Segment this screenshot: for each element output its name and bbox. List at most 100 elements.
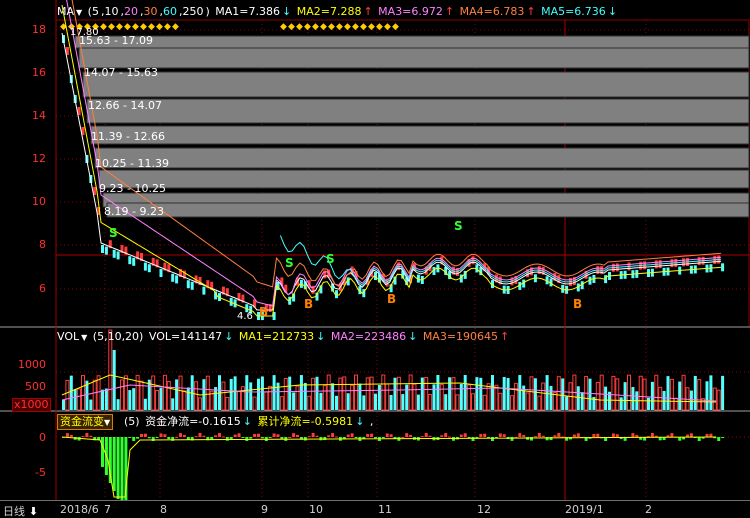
x-axis-label: 12 <box>477 503 491 516</box>
candle-bar <box>132 257 136 266</box>
x-axis-label: 10 <box>309 503 323 516</box>
signal-diamond-icon: ◆ <box>368 22 375 32</box>
money-flow-bar <box>268 437 272 438</box>
signal-diamond-icon: ◆ <box>336 22 343 32</box>
volume-bar <box>65 379 70 411</box>
volume-bar <box>405 384 409 410</box>
money-flow-bar <box>533 436 537 438</box>
signal-diamond-icon: ◆ <box>172 22 179 32</box>
volume-bar <box>249 382 253 410</box>
volume-bar <box>650 381 654 410</box>
money-flow-bar <box>541 435 545 437</box>
x-axis-label: 2 <box>645 503 652 516</box>
cost-distribution-band <box>74 35 750 49</box>
vol-ma2-arrow-icon: ↓ <box>408 330 418 343</box>
signal-diamond-icon: ◆ <box>108 22 115 32</box>
profile-range-label: 8.19 - 9.23 <box>104 205 164 218</box>
signal-diamond-icon: ◆ <box>156 22 163 32</box>
ma5-value: MA5=6.736 <box>541 5 606 18</box>
volume-bar <box>205 375 210 411</box>
volume-bar <box>455 394 460 411</box>
volume-bar <box>697 379 702 411</box>
dropdown-triangle-icon[interactable]: ▼ <box>76 8 82 17</box>
volume-bar <box>89 399 93 410</box>
ma3-value: MA3=6.972 <box>378 5 443 18</box>
volume-bar <box>709 375 713 410</box>
money-flow-tick: 0 <box>39 431 46 444</box>
dropdown-triangle-icon[interactable]: ▼ <box>81 333 87 342</box>
money-flow-indicator-button[interactable]: 资金流变▼ <box>57 414 114 430</box>
money-flow-bar <box>175 436 179 438</box>
volume-bar <box>307 395 312 411</box>
volume-bar <box>342 376 347 411</box>
money-flow-bar <box>163 434 167 437</box>
money-flow-bar <box>225 437 229 441</box>
volume-bar <box>101 389 104 410</box>
money-flow-bar <box>202 435 206 437</box>
volume-bar <box>225 396 230 411</box>
ma2-arrow-icon: ↑ <box>363 5 373 18</box>
buy-signal-marker: B <box>387 292 397 306</box>
x-axis-label: 9 <box>261 503 268 516</box>
vol-indicator-header[interactable]: VOL ▼ (5,10,20) VOL=141147 ↓ MA1=212733 ↓ M… <box>57 329 511 345</box>
money-flow-bar <box>689 433 693 437</box>
volume-bar <box>673 397 678 411</box>
volume-bar <box>319 392 323 410</box>
money-flow-tail: , <box>369 415 374 428</box>
volume-bar <box>482 394 487 411</box>
money-flow-header: (5) 资金净流=-0.1615 ↓ 累计净流=-0.5981 ↓ , <box>124 414 375 430</box>
money-flow-bar <box>198 433 202 437</box>
volume-bar <box>283 378 288 411</box>
volume-bar <box>311 377 316 411</box>
volume-bar <box>428 393 433 411</box>
vol-params: (5,10,20) <box>92 330 144 343</box>
cost-distribution-band <box>86 98 750 124</box>
volume-bar <box>178 375 183 411</box>
volume-bar <box>374 393 377 410</box>
volume-bar <box>595 381 600 411</box>
down-arrow-icon[interactable]: ⬇ <box>25 505 38 518</box>
period-selector[interactable]: 日线 ⬇ <box>3 503 38 518</box>
volume-bar <box>365 377 370 411</box>
money-flow-bar <box>327 435 331 437</box>
volume-bar <box>552 392 557 411</box>
volume-bar <box>545 375 549 410</box>
price-tick: 10 <box>32 195 46 208</box>
vol-indicator-name[interactable]: VOL <box>57 330 79 343</box>
signal-diamond-icon: ◆ <box>148 22 155 32</box>
price-tick: 14 <box>32 109 46 122</box>
money-flow-bar <box>385 433 389 437</box>
volume-bar <box>669 378 674 411</box>
volume-bar <box>73 389 77 410</box>
price-tick: 12 <box>32 152 46 165</box>
signal-diamond-icon: ◆ <box>140 22 147 32</box>
cum-flow-arrow-icon: ↓ <box>355 415 365 428</box>
volume-bar <box>268 385 273 411</box>
money-flow-bar <box>553 435 557 437</box>
cost-distribution-band <box>106 202 750 218</box>
candle-bar <box>116 251 120 260</box>
volume-bar <box>377 385 381 410</box>
volume-bar <box>221 381 226 411</box>
dropdown-triangle-icon[interactable]: ▼ <box>104 418 110 427</box>
money-flow-bar <box>85 433 89 437</box>
ma1-value: MA1=7.386 <box>215 5 280 18</box>
money-flow-bar <box>491 437 494 441</box>
ma-indicator-name[interactable]: MA <box>57 5 74 18</box>
ma5-arrow-icon: ↓ <box>607 5 618 18</box>
cum-flow-value: 累计净流=-0.5981 <box>257 415 354 428</box>
candle-bar <box>128 256 132 265</box>
money-flow-bar <box>420 436 424 438</box>
ma-indicator-header[interactable]: MA ▼ (5,10,20,30,60,250) MA1=7.386 ↓ MA2=7… <box>57 4 619 20</box>
volume-bar <box>642 378 647 411</box>
volume-bar <box>448 377 452 410</box>
volume-bar <box>128 390 132 410</box>
volume-bar <box>252 396 257 411</box>
money-flow-bar <box>576 433 580 437</box>
volume-bar <box>471 393 475 411</box>
signal-diamond-icon: ◆ <box>352 22 359 32</box>
vol-arrow-icon: ↓ <box>224 330 234 343</box>
x-axis-label: 2019/1 <box>565 503 604 516</box>
volume-bar <box>705 381 709 410</box>
cost-distribution-band <box>78 47 750 69</box>
